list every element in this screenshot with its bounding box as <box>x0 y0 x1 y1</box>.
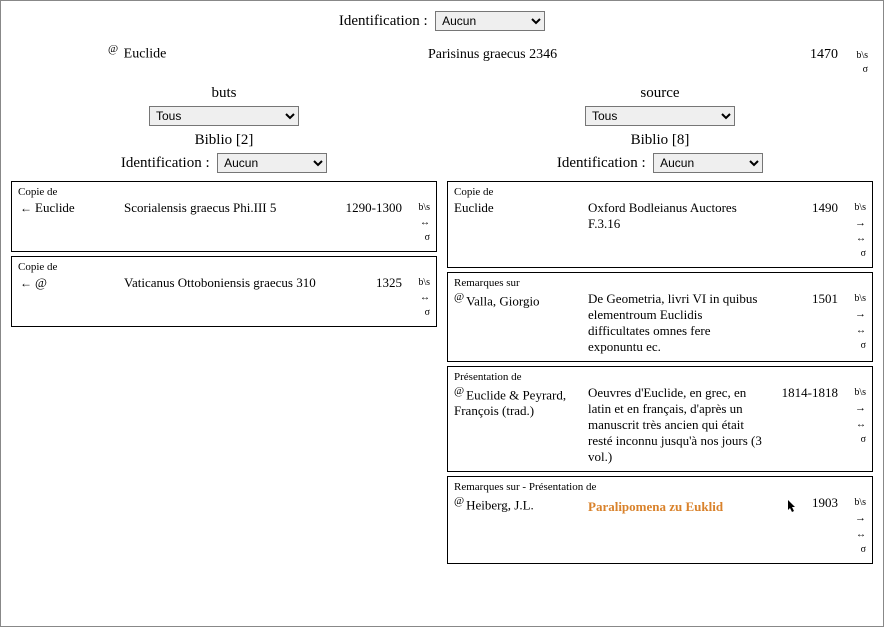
top-identification-row: Identification : Aucun <box>1 1 883 35</box>
card-relation: Remarques sur <box>454 277 866 291</box>
card-author: ←@ <box>18 275 120 291</box>
card-relation: Copie de <box>18 186 430 200</box>
card-marks: b\s → ↔ σ <box>842 200 866 262</box>
card-marks: b\s → ↔ σ <box>842 495 866 557</box>
mark-bs[interactable]: b\s <box>406 275 430 290</box>
mark-bs[interactable]: b\s → <box>842 291 866 323</box>
at-icon: @ <box>454 495 464 507</box>
card-year: 1490 <box>770 200 838 216</box>
mark-lr[interactable]: ↔ <box>842 527 866 542</box>
arrow-right-icon: → <box>855 402 866 414</box>
card-author: @Heiberg, J.L. <box>454 495 584 513</box>
mark-sigma[interactable]: σ <box>406 230 430 245</box>
right-filter-select[interactable]: Tous <box>585 106 735 126</box>
card-title: De Geometria, livri VI in quibus element… <box>588 291 766 355</box>
right-card[interactable]: Remarques sur - Présentation de @Heiberg… <box>447 476 873 564</box>
mark-sigma[interactable]: σ <box>842 246 866 261</box>
left-heading: buts <box>9 83 439 104</box>
arrow-right-icon: → <box>855 512 866 524</box>
at-icon: @ <box>454 291 464 303</box>
mark-lr[interactable]: ↔ <box>842 323 866 338</box>
card-author: @Valla, Giorgio <box>454 291 584 309</box>
cursor-pointer-icon <box>784 499 798 519</box>
card-marks: b\s → ↔ σ <box>842 291 866 353</box>
card-marks: b\s ↔ σ <box>406 275 430 320</box>
arrow-left-icon: ← <box>20 276 32 290</box>
right-card[interactable]: Copie de Euclide Oxford Bodleianus Aucto… <box>447 181 873 269</box>
mark-sigma[interactable]: σ <box>406 305 430 320</box>
right-id-label: Identification : <box>557 155 646 171</box>
card-marks: b\s ↔ σ <box>406 200 430 245</box>
arrow-left-icon: ← <box>20 201 32 215</box>
left-id-row: Identification : Aucun <box>9 151 439 177</box>
identification-label: Identification : <box>339 13 428 29</box>
left-biblio[interactable]: Biblio [2] <box>9 130 439 151</box>
card-year: 1325 <box>334 275 402 291</box>
page: Identification : Aucun @ Euclide Parisin… <box>0 0 884 627</box>
card-relation: Remarques sur - Présentation de <box>454 481 866 495</box>
card-author: ←Euclide <box>18 200 120 216</box>
highlighted-title-link[interactable]: Paralipomena zu Euklid <box>588 499 723 514</box>
left-id-select[interactable]: Aucun <box>217 153 327 173</box>
mark-lr[interactable]: ↔ <box>406 290 430 305</box>
main-title: Parisinus graecus 2346 <box>428 47 778 63</box>
left-card[interactable]: Copie de ←Euclide Scorialensis graecus P… <box>11 181 437 252</box>
card-title[interactable]: Paralipomena zu Euklid <box>588 495 766 515</box>
arrow-right-icon: → <box>855 308 866 320</box>
at-icon: @ <box>454 385 464 397</box>
right-card[interactable]: Présentation de @Euclide & Peyrard, Fran… <box>447 366 873 472</box>
card-year: 1290-1300 <box>334 200 402 216</box>
right-id-row: Identification : Aucun <box>445 151 875 177</box>
card-title: Vaticanus Ottoboniensis graecus 310 <box>124 275 330 291</box>
arrow-right-icon: → <box>855 217 866 229</box>
left-filter-row: Tous <box>9 104 439 130</box>
card-author: @Euclide & Peyrard, François (trad.) <box>454 385 584 419</box>
card-relation: Présentation de <box>454 371 866 385</box>
mark-lr[interactable]: ↔ <box>406 215 430 230</box>
left-filter-select[interactable]: Tous <box>149 106 299 126</box>
main-entry-row: @ Euclide Parisinus graecus 2346 1470 b\… <box>1 35 883 77</box>
left-card[interactable]: Copie de ←@ Vaticanus Ottoboniensis grae… <box>11 256 437 327</box>
card-title: Oxford Bodleianus Auctores F.3.16 <box>588 200 766 232</box>
mark-lr[interactable]: ↔ <box>842 417 866 432</box>
mark-bs[interactable]: b\s <box>406 200 430 215</box>
right-column: source Tous Biblio [8] Identification : … <box>445 83 875 568</box>
card-marks: b\s → ↔ σ <box>842 385 866 447</box>
mark-sigma[interactable]: σ <box>842 338 866 353</box>
left-id-label: Identification : <box>121 155 210 171</box>
card-relation: Copie de <box>18 261 430 275</box>
mark-bs[interactable]: b\s → <box>842 385 866 417</box>
mark-bs[interactable]: b\s <box>838 49 868 63</box>
mark-bs[interactable]: b\s → <box>842 495 866 527</box>
right-heading: source <box>445 83 875 104</box>
mark-lr[interactable]: ↔ <box>842 231 866 246</box>
card-year: 1501 <box>770 291 838 307</box>
mark-sigma[interactable]: σ <box>838 63 868 77</box>
mark-sigma[interactable]: σ <box>842 432 866 447</box>
card-relation: Copie de <box>454 186 866 200</box>
main-author: @ Euclide <box>16 43 428 63</box>
right-card[interactable]: Remarques sur @Valla, Giorgio De Geometr… <box>447 272 873 362</box>
at-icon: @ <box>108 43 118 55</box>
main-author-text: Euclide <box>124 47 167 62</box>
main-marks: b\s σ <box>838 49 868 77</box>
card-title: Oeuvres d'Euclide, en grec, en latin et … <box>588 385 766 465</box>
card-title: Scorialensis graecus Phi.III 5 <box>124 200 330 216</box>
mark-bs[interactable]: b\s → <box>842 200 866 232</box>
main-year: 1470 <box>778 47 838 63</box>
right-filter-row: Tous <box>445 104 875 130</box>
identification-select[interactable]: Aucun <box>435 11 545 31</box>
left-column: buts Tous Biblio [2] Identification : Au… <box>9 83 439 568</box>
right-id-select[interactable]: Aucun <box>653 153 763 173</box>
mark-sigma[interactable]: σ <box>842 542 866 557</box>
card-year: 1903 <box>770 495 838 511</box>
card-year: 1814-1818 <box>770 385 838 401</box>
right-biblio[interactable]: Biblio [8] <box>445 130 875 151</box>
columns: buts Tous Biblio [2] Identification : Au… <box>1 77 883 568</box>
card-author: Euclide <box>454 200 584 216</box>
